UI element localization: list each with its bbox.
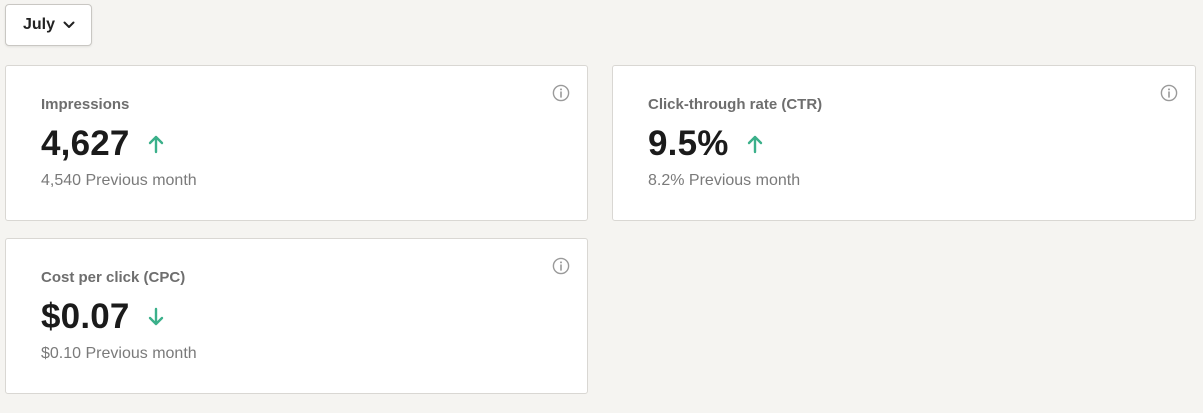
info-icon[interactable] xyxy=(552,84,570,102)
previous-value: $0.10 xyxy=(41,345,82,362)
previous-value: 8.2% xyxy=(648,172,685,189)
metric-value-row: $0.07 xyxy=(41,297,165,337)
previous-month-text: 4,540 Previous month xyxy=(41,172,197,190)
metric-title: Impressions xyxy=(41,96,130,113)
month-dropdown[interactable]: July xyxy=(5,4,92,46)
metric-value: $0.07 xyxy=(41,297,130,336)
metric-card-impressions: Impressions 4,627 4,540 Previous month xyxy=(5,65,588,221)
arrow-up-icon xyxy=(147,134,165,154)
metric-title: Cost per click (CPC) xyxy=(41,269,186,286)
previous-label: Previous month xyxy=(688,172,801,189)
previous-label: Previous month xyxy=(85,172,197,189)
previous-value: 4,540 xyxy=(41,172,82,189)
info-icon[interactable] xyxy=(552,257,570,275)
metric-title: Click-through rate (CTR) xyxy=(648,96,823,113)
metric-value-row: 4,627 xyxy=(41,124,165,164)
arrow-down-icon xyxy=(147,307,165,327)
month-dropdown-label: July xyxy=(23,16,56,33)
metric-value-row: 9.5% xyxy=(648,124,764,164)
info-icon[interactable] xyxy=(1160,84,1178,102)
previous-month-text: 8.2% Previous month xyxy=(648,172,800,190)
previous-month-text: $0.10 Previous month xyxy=(41,345,197,363)
arrow-up-icon xyxy=(746,134,764,154)
metric-value: 9.5% xyxy=(648,124,729,163)
previous-label: Previous month xyxy=(85,345,197,362)
metric-value: 4,627 xyxy=(41,124,130,163)
metric-card-ctr: Click-through rate (CTR) 9.5% 8.2% Previ… xyxy=(612,65,1196,221)
metric-card-cpc: Cost per click (CPC) $0.07 $0.10 Previou… xyxy=(5,238,588,394)
chevron-down-icon xyxy=(63,19,75,31)
